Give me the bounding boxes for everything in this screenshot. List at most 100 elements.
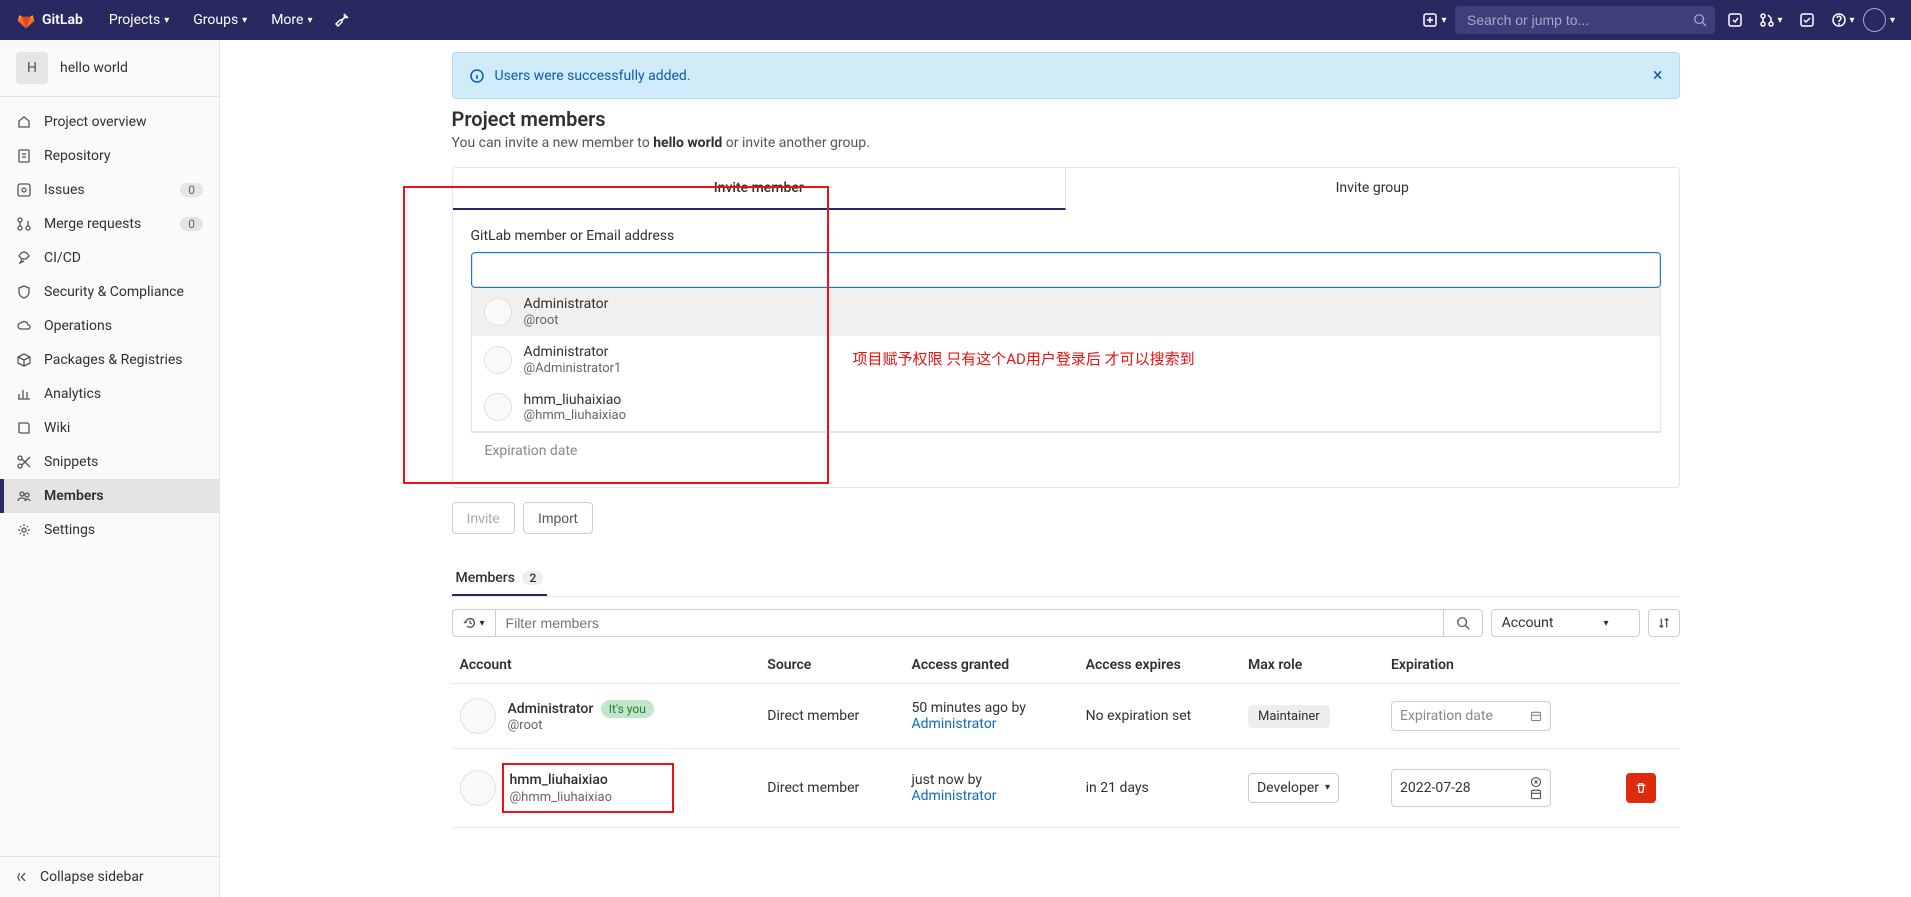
collapse-sidebar[interactable]: Collapse sidebar: [0, 856, 219, 897]
granted-by-link[interactable]: Administrator: [912, 716, 997, 732]
sidebar-item-packages-registries[interactable]: Packages & Registries: [0, 343, 219, 377]
tab-invite-member[interactable]: Invite member: [453, 168, 1067, 210]
members-tabs: Members 2: [452, 562, 1680, 597]
plus-menu[interactable]: ▾: [1419, 0, 1451, 40]
filter-members-input[interactable]: [496, 610, 1443, 636]
tab-invite-group[interactable]: Invite group: [1066, 168, 1679, 210]
member-input[interactable]: [471, 252, 1661, 288]
issues-icon: [16, 182, 32, 198]
its-you-badge: It's you: [601, 700, 654, 718]
sort-direction-button[interactable]: [1648, 609, 1680, 637]
project-header[interactable]: H hello world: [0, 40, 219, 97]
sidebar-item-issues[interactable]: Issues0: [0, 173, 219, 207]
sidebar-item-settings[interactable]: Settings: [0, 513, 219, 547]
sidebar-item-members[interactable]: Members: [0, 479, 219, 513]
history-icon: [463, 616, 477, 630]
column-header: Max role: [1240, 647, 1383, 684]
avatar-icon: [484, 393, 512, 421]
expiration-field[interactable]: 2022-07-28: [1391, 769, 1551, 807]
success-alert: Users were successfully added. ×: [452, 52, 1680, 99]
avatar-icon: [484, 298, 512, 326]
shield-icon: [16, 284, 32, 300]
member-row: Administrator It's you@rootDirect member…: [452, 684, 1680, 749]
nav-groups[interactable]: Groups▾: [183, 0, 257, 40]
nav-projects[interactable]: Projects▾: [99, 0, 179, 40]
sidebar-item-security-compliance[interactable]: Security & Compliance: [0, 275, 219, 309]
invite-button[interactable]: Invite: [452, 502, 515, 534]
project-avatar: H: [16, 52, 48, 84]
issues-icon[interactable]: [1719, 0, 1751, 40]
global-search[interactable]: [1455, 6, 1715, 34]
todos-icon[interactable]: [1791, 0, 1823, 40]
granted-by-link[interactable]: Administrator: [912, 788, 997, 804]
admin-wrench-icon[interactable]: [326, 0, 358, 40]
sidebar-item-analytics[interactable]: Analytics: [0, 377, 219, 411]
column-header: Access granted: [904, 647, 1078, 684]
help-icon[interactable]: ▾: [1827, 0, 1859, 40]
top-navbar: GitLab Projects▾ Groups▾ More▾ ▾ ▾ ▾ ▾: [0, 0, 1911, 40]
sort-select[interactable]: Account▾: [1491, 609, 1640, 637]
gitlab-logo[interactable]: GitLab: [16, 10, 83, 30]
chart-icon: [16, 386, 32, 402]
page-title: Project members: [452, 107, 1680, 131]
sidebar-item-merge-requests[interactable]: Merge requests0: [0, 207, 219, 241]
avatar-icon: [460, 698, 496, 734]
alert-close[interactable]: ×: [1653, 65, 1663, 86]
sidebar-item-wiki[interactable]: Wiki: [0, 411, 219, 445]
avatar-icon: [484, 346, 512, 374]
project-name: hello world: [60, 60, 128, 76]
search-icon: [1693, 13, 1707, 27]
collapse-icon: [16, 870, 30, 884]
member-field-label: GitLab member or Email address: [471, 228, 1661, 244]
sidebar: H hello world Project overviewRepository…: [0, 40, 220, 897]
nav-badge: 0: [180, 217, 203, 231]
expiration-input[interactable]: Expiration date: [471, 432, 1661, 469]
column-header: Access expires: [1078, 647, 1240, 684]
rocket-icon: [16, 250, 32, 266]
gear-icon: [16, 522, 32, 538]
role-select[interactable]: Developer ▾: [1248, 773, 1339, 803]
file-icon: [16, 148, 32, 164]
avatar-icon: [460, 770, 496, 806]
user-menu[interactable]: ▾: [1863, 0, 1895, 40]
alert-text: Users were successfully added.: [495, 68, 691, 84]
members-count: 2: [522, 571, 543, 585]
info-icon: [469, 68, 485, 84]
avatar-icon: [1863, 8, 1886, 32]
sidebar-item-ci-cd[interactable]: CI/CD: [0, 241, 219, 275]
merge-requests-icon[interactable]: ▾: [1755, 0, 1787, 40]
cloud-icon: [16, 318, 32, 334]
suggestion-item[interactable]: Administrator@root: [472, 288, 1660, 336]
invite-tabs: Invite member Invite group: [452, 167, 1680, 210]
annotation-text: 项目赋予权限 只有这个AD用户登录后 才可以搜索到: [853, 348, 1195, 369]
tab-members[interactable]: Members 2: [452, 562, 548, 596]
main-content: Users were successfully added. × Project…: [220, 40, 1911, 897]
sidebar-item-repository[interactable]: Repository: [0, 139, 219, 173]
sidebar-item-operations[interactable]: Operations: [0, 309, 219, 343]
filter-search-button[interactable]: [1443, 610, 1482, 636]
import-button[interactable]: Import: [523, 502, 593, 534]
merge-icon: [16, 216, 32, 232]
search-input[interactable]: [1455, 6, 1715, 34]
column-header: Account: [452, 647, 760, 684]
expiration-field[interactable]: Expiration date: [1391, 701, 1551, 731]
nav-more[interactable]: More▾: [261, 0, 322, 40]
clear-icon[interactable]: [1530, 776, 1542, 788]
tanuki-icon: [16, 10, 36, 30]
sidebar-item-project-overview[interactable]: Project overview: [0, 105, 219, 139]
calendar-icon: [1530, 710, 1542, 722]
search-history-button[interactable]: ▾: [453, 610, 496, 636]
home-icon: [16, 114, 32, 130]
book-icon: [16, 420, 32, 436]
users-icon: [16, 488, 32, 504]
brand-text: GitLab: [42, 12, 83, 28]
remove-member-button[interactable]: [1626, 773, 1656, 803]
suggestion-item[interactable]: hmm_liuhaixiao@hmm_liuhaixiao: [472, 384, 1660, 432]
invite-panel: 项目赋予权限 只有这个AD用户登录后 才可以搜索到 GitLab member …: [452, 210, 1680, 488]
calendar-icon: [1530, 788, 1542, 800]
column-header: Source: [759, 647, 903, 684]
column-header: Expiration: [1383, 647, 1618, 684]
role-badge: Maintainer: [1248, 705, 1330, 728]
package-icon: [16, 352, 32, 368]
sidebar-item-snippets[interactable]: Snippets: [0, 445, 219, 479]
